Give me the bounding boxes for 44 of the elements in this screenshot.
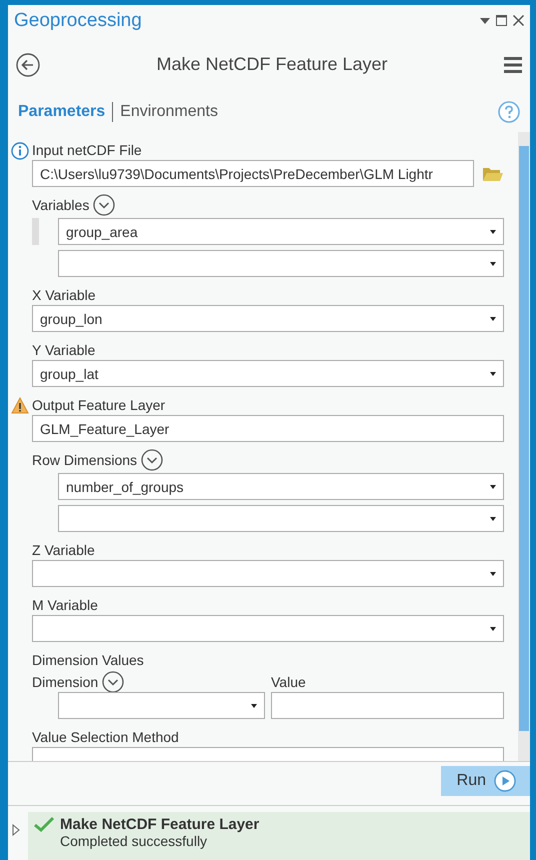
help-icon[interactable]: [498, 101, 520, 124]
tab[interactable]: Parameters: [18, 103, 106, 122]
dropdown-field[interactable]: [32, 615, 504, 642]
dropdown-field[interactable]: [58, 692, 265, 720]
back-icon[interactable]: [16, 52, 40, 77]
dropdown-icon[interactable]: [480, 18, 490, 24]
parameter-label: Variables: [32, 197, 90, 214]
parameter-label: X Variable: [32, 287, 96, 304]
dropdown-field[interactable]: [32, 560, 504, 588]
maximize-icon[interactable]: [496, 15, 507, 26]
tab[interactable]: Environments: [120, 103, 218, 122]
path-field[interactable]: C:\Users\lu9739\Documents\Projects\PreDecember\GLM Lightr: [32, 160, 474, 188]
row-handle[interactable]: [32, 218, 39, 246]
dropdown-field[interactable]: [58, 505, 504, 532]
message-detail: Completed successfully: [60, 833, 208, 849]
parameter-label: Y Variable: [32, 342, 96, 358]
column-header: Value: [271, 674, 306, 690]
parameter-label: Output Feature Layer: [32, 397, 166, 414]
expand-icon[interactable]: [12, 824, 20, 836]
dropdown-field[interactable]: number_of_groups: [58, 473, 504, 500]
parameter-label: M Variable: [32, 597, 98, 614]
dropdown-field[interactable]: group_lat: [32, 360, 504, 388]
parameter-label: Z Variable: [32, 542, 95, 558]
dropdown-field[interactable]: [58, 250, 504, 278]
dropdown-field[interactable]: group_lon: [32, 305, 504, 332]
parameter-label: Value Selection Method: [32, 729, 179, 746]
dropdown-field[interactable]: group_area: [58, 218, 504, 246]
parameter-label: Input netCDF File: [32, 142, 142, 158]
menu-icon[interactable]: [504, 56, 522, 73]
run-button[interactable]: Run: [440, 766, 530, 796]
parameter-label: Dimension Values: [32, 652, 144, 668]
tool-title: Make NetCDF Feature Layer: [155, 54, 389, 76]
pane-title: Geoprocessing: [14, 10, 143, 32]
text-field[interactable]: [271, 692, 504, 720]
expand-icon[interactable]: [102, 671, 124, 694]
text-field[interactable]: GLM_Feature_Layer: [32, 415, 504, 442]
close-icon[interactable]: [513, 15, 524, 26]
column-header: Dimension: [32, 674, 98, 690]
scrollbar[interactable]: [518, 132, 530, 762]
message-title: Make NetCDF Feature Layer: [60, 816, 260, 833]
play-icon: [494, 770, 516, 792]
parameter-label: Row Dimensions: [32, 452, 138, 468]
expand-icon[interactable]: [93, 194, 116, 216]
expand-icon[interactable]: [141, 449, 164, 472]
